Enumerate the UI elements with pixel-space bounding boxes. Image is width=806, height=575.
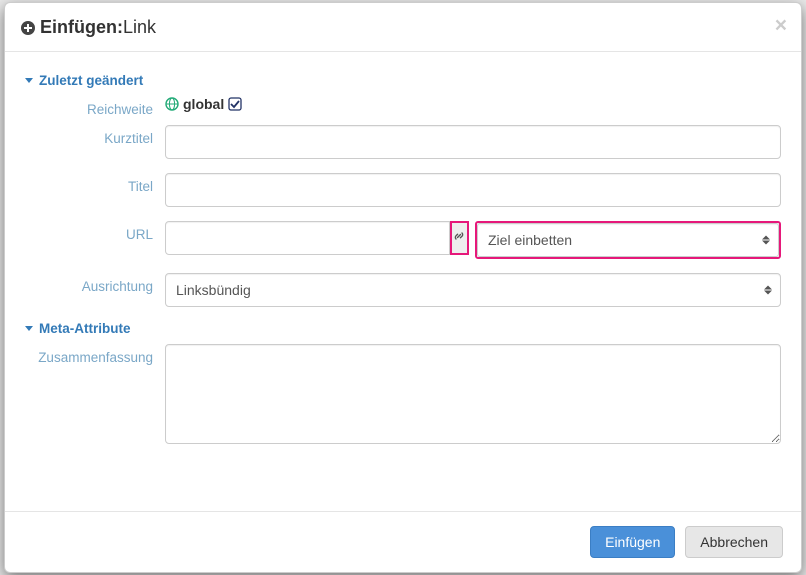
label-scope: Reichweite xyxy=(25,96,165,117)
modal-dialog: Einfügen:Link × Zuletzt geändert Reichwe… xyxy=(4,2,802,573)
row-align: Ausrichtung Linksbündig xyxy=(25,273,781,307)
title-input[interactable] xyxy=(165,173,781,207)
link-icon xyxy=(452,229,466,246)
modal-footer: Einfügen Abbrechen xyxy=(5,511,801,572)
caret-down-icon xyxy=(25,78,33,83)
url-input[interactable] xyxy=(165,221,450,255)
label-title: Titel xyxy=(25,173,165,194)
section-label-meta: Meta-Attribute xyxy=(39,321,131,336)
insert-button[interactable]: Einfügen xyxy=(590,526,675,558)
modal-header: Einfügen:Link × xyxy=(5,3,801,52)
summary-textarea[interactable] xyxy=(165,344,781,444)
modal-title-prefix: Einfügen: xyxy=(40,17,123,37)
globe-icon xyxy=(165,97,179,111)
checkbox-checked-icon[interactable] xyxy=(228,97,242,111)
row-title: Titel xyxy=(25,173,781,207)
cancel-button[interactable]: Abbrechen xyxy=(685,526,783,558)
plus-circle-icon xyxy=(20,20,36,36)
row-scope: Reichweite global xyxy=(25,96,781,117)
section-toggle-last-changed[interactable]: Zuletzt geändert xyxy=(25,73,781,88)
label-shorttitle: Kurztitel xyxy=(25,125,165,146)
row-summary: Zusammenfassung xyxy=(25,344,781,447)
caret-down-icon xyxy=(25,326,33,331)
scope-value: global xyxy=(183,96,224,112)
shorttitle-input[interactable] xyxy=(165,125,781,159)
align-select[interactable]: Linksbündig xyxy=(165,273,781,307)
field-scope: global xyxy=(165,96,781,112)
label-align: Ausrichtung xyxy=(25,273,165,294)
modal-title: Einfügen:Link xyxy=(20,17,156,38)
row-shorttitle: Kurztitel xyxy=(25,125,781,159)
row-url: URL Ziel einbetten xyxy=(25,221,781,259)
target-select[interactable]: Ziel einbetten xyxy=(477,223,779,257)
modal-body: Zuletzt geändert Reichweite global Kurzt… xyxy=(5,52,801,512)
label-summary: Zusammenfassung xyxy=(25,344,165,365)
link-picker-button[interactable] xyxy=(450,221,469,255)
close-button[interactable]: × xyxy=(775,15,787,36)
section-label-last-changed: Zuletzt geändert xyxy=(39,73,143,88)
section-toggle-meta[interactable]: Meta-Attribute xyxy=(25,321,781,336)
label-url: URL xyxy=(25,221,165,242)
modal-title-suffix: Link xyxy=(123,17,156,37)
